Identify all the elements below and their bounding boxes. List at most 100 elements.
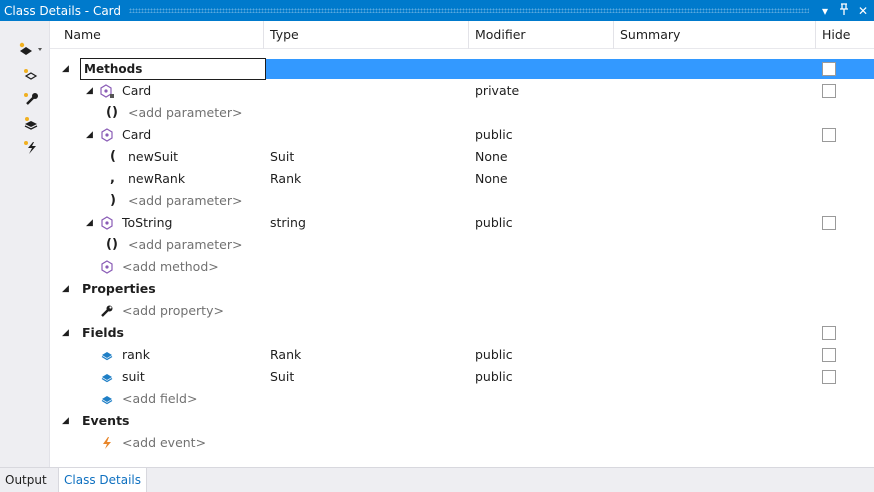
field-row[interactable]: suit Suit public (50, 366, 874, 388)
add-field-placeholder[interactable]: <add field> (122, 388, 197, 410)
parameter-type[interactable]: Rank (270, 168, 301, 190)
add-property-row[interactable]: <add property> (50, 300, 874, 322)
column-name[interactable]: Name (58, 21, 101, 49)
add-parameter-placeholder[interactable]: <add parameter> (128, 190, 242, 212)
hide-checkbox[interactable] (822, 370, 836, 384)
hide-checkbox[interactable] (822, 128, 836, 142)
window-menu-dropdown-icon[interactable]: ▾ (817, 4, 833, 18)
collapse-arrow-icon[interactable]: ◢ (62, 278, 69, 300)
private-method-icon (100, 84, 114, 98)
add-parameter-placeholder[interactable]: <add parameter> (128, 234, 242, 256)
pin-icon[interactable] (836, 3, 852, 18)
field-icon (100, 348, 114, 362)
member-modifier[interactable]: public (475, 344, 513, 366)
name-edit-field[interactable]: Methods (80, 58, 266, 80)
member-name[interactable]: ToString (122, 212, 172, 234)
tab-output[interactable]: Output (0, 468, 52, 492)
new-member-dropdown-button[interactable] (14, 39, 50, 59)
tool-window-tabs: Output Class Details (0, 467, 874, 492)
add-parameter-placeholder[interactable]: <add parameter> (128, 102, 242, 124)
collapse-arrow-icon[interactable]: ◢ (86, 124, 93, 146)
column-type[interactable]: Type (264, 21, 299, 49)
member-modifier[interactable]: public (475, 366, 513, 388)
member-type[interactable]: Suit (270, 366, 294, 388)
field-icon (100, 370, 114, 384)
column-hide[interactable]: Hide (816, 21, 851, 49)
add-method-row[interactable]: <add method> (50, 256, 874, 278)
add-event-placeholder[interactable]: <add event> (122, 432, 206, 454)
new-event-button[interactable] (20, 137, 42, 157)
new-method-button[interactable] (20, 65, 42, 85)
field-icon (100, 392, 114, 406)
add-method-icon (100, 260, 114, 274)
add-field-row[interactable]: <add field> (50, 388, 874, 410)
collapse-arrow-icon[interactable]: ◢ (62, 58, 69, 80)
new-field-button[interactable] (20, 113, 42, 133)
member-type[interactable]: Rank (270, 344, 301, 366)
title-bar: Class Details - Card ▾ ✕ (0, 0, 874, 21)
member-modifier[interactable]: public (475, 124, 513, 146)
member-name[interactable]: suit (122, 366, 145, 388)
method-icon (100, 216, 114, 230)
section-row-events[interactable]: ◢ Events (50, 410, 874, 432)
member-name[interactable]: Card (122, 124, 151, 146)
add-property-placeholder[interactable]: <add property> (122, 300, 224, 322)
wrench-icon (100, 304, 114, 318)
parameter-row[interactable]: , newRank Rank None (50, 168, 874, 190)
field-row[interactable]: rank Rank public (50, 344, 874, 366)
close-paren-glyph: ) (110, 193, 116, 208)
selection-highlight (266, 59, 874, 79)
collapse-arrow-icon[interactable]: ◢ (86, 80, 93, 102)
section-label: Events (82, 413, 130, 428)
member-name[interactable]: rank (122, 344, 150, 366)
parameter-row[interactable]: ( newSuit Suit None (50, 146, 874, 168)
hide-checkbox[interactable] (822, 326, 836, 340)
class-details-grid: Name Type Modifier Summary Hide ◢ Method… (50, 21, 874, 467)
add-method-placeholder[interactable]: <add method> (122, 256, 219, 278)
section-label: Fields (82, 325, 124, 340)
member-modifier[interactable]: private (475, 80, 519, 102)
new-property-icon (24, 93, 38, 105)
parameter-row[interactable]: ) <add parameter> (50, 190, 874, 212)
hide-checkbox[interactable] (822, 348, 836, 362)
tab-class-details[interactable]: Class Details (58, 468, 147, 492)
method-row[interactable]: ◢ Card public (50, 124, 874, 146)
parameter-row[interactable]: () <add parameter> (50, 102, 874, 124)
new-method-icon (24, 69, 38, 80)
new-field-icon (24, 117, 38, 130)
section-label: Properties (82, 281, 156, 296)
new-member-icon (19, 42, 42, 55)
parameter-row[interactable]: () <add parameter> (50, 234, 874, 256)
member-name[interactable]: Card (122, 80, 151, 102)
column-modifier[interactable]: Modifier (469, 21, 526, 49)
title-grip[interactable] (129, 8, 809, 13)
add-event-row[interactable]: <add event> (50, 432, 874, 454)
column-header: Name Type Modifier Summary Hide (50, 21, 874, 49)
new-event-icon (24, 141, 36, 154)
column-summary[interactable]: Summary (614, 21, 680, 49)
section-row-fields[interactable]: ◢ Fields (50, 322, 874, 344)
collapse-arrow-icon[interactable]: ◢ (62, 410, 69, 432)
collapse-arrow-icon[interactable]: ◢ (86, 212, 93, 234)
member-modifier[interactable]: public (475, 212, 513, 234)
section-row-properties[interactable]: ◢ Properties (50, 278, 874, 300)
member-type[interactable]: string (270, 212, 306, 234)
method-row[interactable]: ◢ Card private (50, 80, 874, 102)
hide-checkbox[interactable] (822, 216, 836, 230)
parameter-modifier[interactable]: None (475, 146, 508, 168)
parens-glyph: () (106, 237, 118, 252)
hide-checkbox[interactable] (822, 84, 836, 98)
parameter-modifier[interactable]: None (475, 168, 508, 190)
close-icon[interactable]: ✕ (855, 4, 871, 18)
parameter-type[interactable]: Suit (270, 146, 294, 168)
method-row[interactable]: ◢ ToString string public (50, 212, 874, 234)
window-title: Class Details - Card (4, 3, 122, 18)
class-details-toolbar (0, 21, 50, 467)
parameter-name[interactable]: newRank (128, 168, 185, 190)
section-row-methods[interactable]: ◢ Methods (50, 58, 874, 80)
parameter-name[interactable]: newSuit (128, 146, 178, 168)
new-property-button[interactable] (20, 89, 42, 109)
collapse-arrow-icon[interactable]: ◢ (62, 322, 69, 344)
hide-checkbox[interactable] (822, 62, 836, 76)
event-icon (100, 436, 114, 450)
